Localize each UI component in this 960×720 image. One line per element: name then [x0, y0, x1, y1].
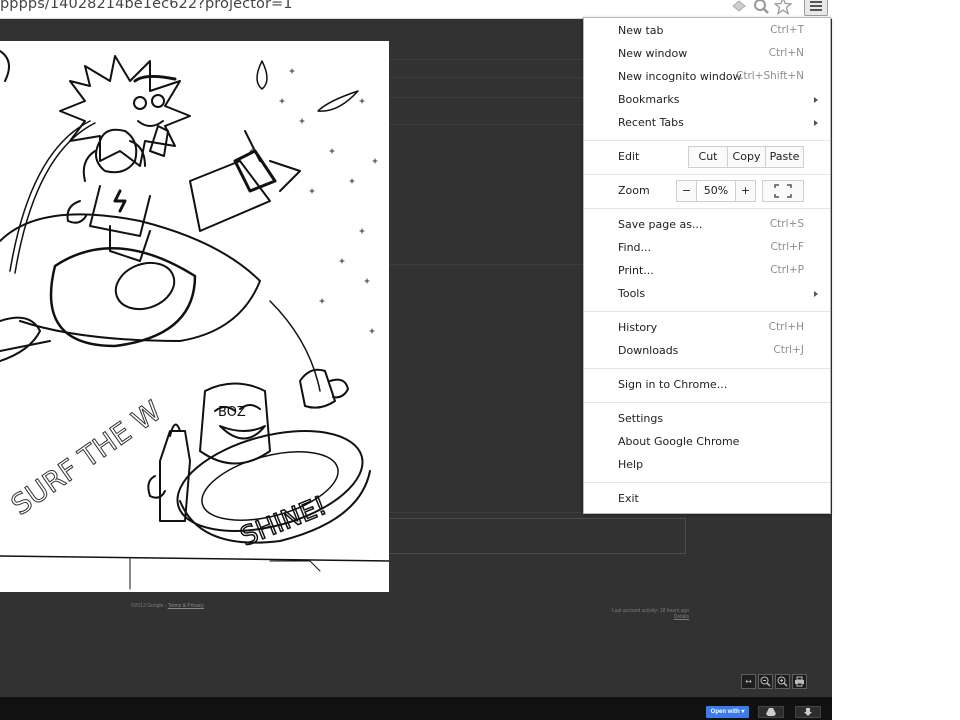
menu-item-label: About Google Chrome: [618, 435, 740, 448]
menu-item-label: Downloads: [618, 344, 679, 357]
hand-drawn-sketch-icon: SURF THE W SHINE! BOZ: [0, 50, 389, 590]
menu-item-label: History: [618, 321, 658, 334]
zoom-in-button[interactable]: +: [735, 180, 756, 202]
menu-item-label: Bookmarks: [618, 93, 680, 106]
copy-button[interactable]: Copy: [727, 146, 766, 168]
details-link[interactable]: Details: [674, 614, 689, 620]
underlay-divider: [388, 59, 584, 60]
menu-icon[interactable]: [804, 0, 828, 16]
menu-item-label: New window: [618, 47, 688, 60]
menu-item-save-page[interactable]: Save page as... Ctrl+S: [584, 215, 830, 237]
page-footer-right: Last account activity: 18 hours ago Deta…: [560, 608, 689, 620]
sketch-image: SURF THE W SHINE! BOZ: [0, 41, 389, 592]
menu-item-label: New incognito window: [618, 70, 742, 83]
menu-item-recent-tabs[interactable]: Recent Tabs: [584, 113, 830, 135]
menu-item-label: Recent Tabs: [618, 116, 684, 129]
terms-link[interactable]: Terms & Privacy: [168, 603, 204, 609]
menu-separator: [584, 208, 830, 209]
star-icon[interactable]: [773, 0, 793, 15]
menu-item-label: Settings: [618, 412, 664, 425]
menu-separator: [584, 402, 830, 403]
sketch-lettering-boz: BOZ: [218, 405, 246, 420]
menu-item-print[interactable]: Print... Ctrl+P: [584, 261, 830, 283]
extension-icon[interactable]: [730, 0, 748, 15]
menu-separator: [584, 174, 830, 175]
fit-width-icon[interactable]: ↔: [741, 674, 756, 689]
menu-item-new-tab[interactable]: New tab Ctrl+T: [584, 21, 830, 43]
menu-item-label: Help: [618, 458, 644, 471]
menu-item-label: Tools: [618, 287, 646, 300]
zoom-level: 50%: [697, 180, 735, 202]
cut-button[interactable]: Cut: [688, 146, 728, 168]
underlay-divider: [388, 97, 584, 98]
submenu-arrow-icon: [814, 291, 818, 297]
underlay-divider: [388, 77, 584, 78]
menu-item-shortcut: Ctrl+N: [768, 47, 804, 59]
zoom-out-button[interactable]: −: [676, 180, 697, 202]
menu-item-find[interactable]: Find... Ctrl+F: [584, 238, 830, 260]
menu-item-label: Exit: [618, 492, 639, 505]
menu-separator: [584, 482, 830, 483]
copyright-text: ©2013 Google -: [131, 603, 168, 609]
menu-item-label: Print...: [618, 264, 654, 277]
zoom-out-icon[interactable]: [758, 674, 773, 689]
menu-item-label: New tab: [618, 24, 664, 37]
menu-item-shortcut: Ctrl+H: [768, 321, 804, 333]
menu-item-downloads[interactable]: Downloads Ctrl+J: [584, 341, 830, 363]
underlay-reply-box: [388, 518, 686, 554]
sketch-lettering-shine: SHINE!: [236, 491, 331, 553]
underlay-divider: [388, 264, 584, 265]
menu-separator: [584, 368, 830, 369]
menu-item-shortcut: Ctrl+S: [769, 218, 804, 230]
menu-item-shortcut: Ctrl+F: [770, 241, 804, 253]
menu-item-shortcut: Ctrl+J: [773, 344, 804, 356]
submenu-arrow-icon: [814, 97, 818, 103]
search-icon[interactable]: [752, 0, 770, 15]
menu-item-shortcut: Ctrl+Shift+N: [736, 70, 804, 82]
menu-item-label: Edit: [618, 150, 640, 163]
submenu-arrow-icon: [814, 120, 818, 126]
menu-item-label: Find...: [618, 241, 652, 254]
menu-item-exit[interactable]: Exit: [584, 489, 830, 511]
menu-item-tools[interactable]: Tools: [584, 284, 830, 306]
menu-item-shortcut: Ctrl+T: [770, 24, 804, 36]
sketch-lettering-surf: SURF THE W: [5, 394, 167, 522]
menu-separator: [584, 140, 830, 141]
menu-item-history[interactable]: History Ctrl+H: [584, 318, 830, 340]
menu-item-label: Zoom: [618, 184, 650, 197]
menu-item-bookmarks[interactable]: Bookmarks: [584, 90, 830, 112]
menu-item-help[interactable]: Help: [584, 455, 830, 477]
print-icon[interactable]: [792, 674, 807, 689]
paste-button[interactable]: Paste: [765, 146, 804, 168]
menu-item-settings[interactable]: Settings: [584, 409, 830, 431]
menu-separator: [584, 311, 830, 312]
menu-item-label: Save page as...: [618, 218, 703, 231]
menu-item-about[interactable]: About Google Chrome: [584, 432, 830, 454]
underlay-divider: [388, 124, 584, 125]
zoom-in-icon[interactable]: [775, 674, 790, 689]
viewer-bottom-bar: Open with ▾: [0, 697, 832, 720]
menu-item-shortcut: Ctrl+P: [770, 264, 804, 276]
menu-item-label: Sign in to Chrome...: [618, 378, 728, 391]
menu-item-new-incognito[interactable]: New incognito window Ctrl+Shift+N: [584, 67, 830, 89]
menu-item-sign-in[interactable]: Sign in to Chrome...: [584, 375, 830, 397]
menu-item-new-window[interactable]: New window Ctrl+N: [584, 44, 830, 66]
fullscreen-button[interactable]: [762, 180, 804, 202]
page-footer-left: ©2013 Google - Terms & Privacy: [131, 603, 204, 609]
download-icon[interactable]: [795, 706, 821, 718]
open-with-button[interactable]: Open with ▾: [706, 706, 749, 718]
url-text[interactable]: pppps/14028214be1ec622?projector=1: [0, 0, 293, 12]
fullscreen-icon: [774, 184, 792, 198]
drive-icon[interactable]: [758, 706, 784, 718]
chrome-menu: New tab Ctrl+T New window Ctrl+N New inc…: [583, 17, 831, 514]
